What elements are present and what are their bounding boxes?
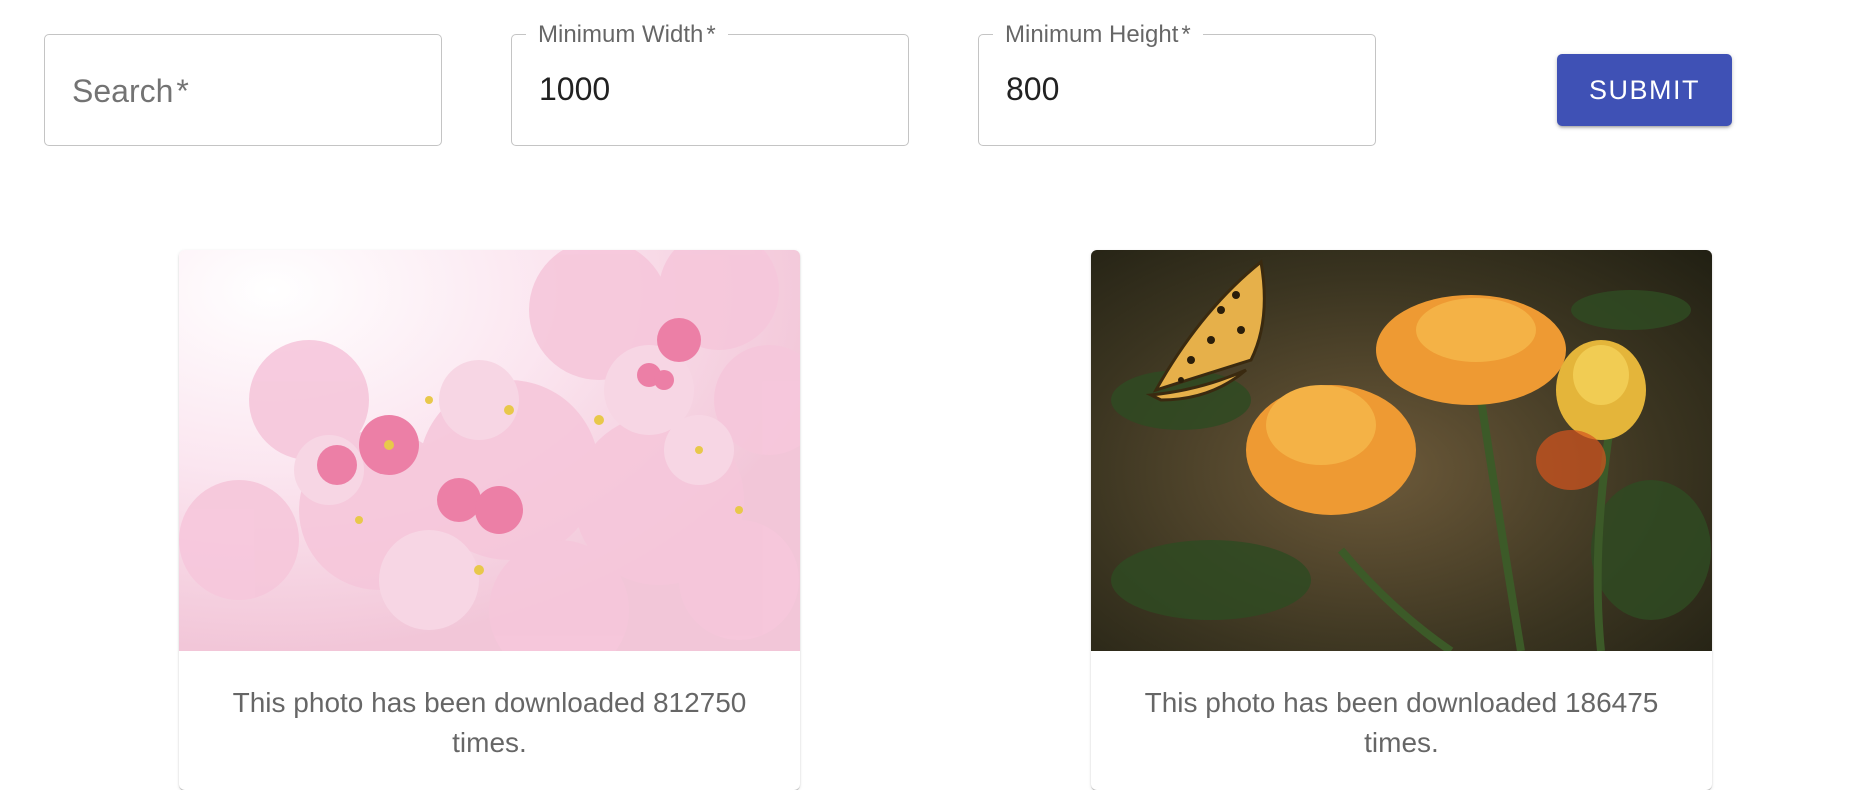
orange-flowers-image[interactable] (1091, 250, 1712, 651)
min-width-input[interactable]: 1000 (539, 69, 610, 109)
min-height-field[interactable]: Minimum Height * 800 (978, 22, 1376, 146)
photo-card: This photo has been downloaded 812750 ti… (179, 250, 800, 790)
photo-caption: This photo has been downloaded 186475 ti… (1144, 687, 1659, 758)
min-height-input[interactable]: 800 (1006, 69, 1059, 109)
submit-button[interactable]: SUBMIT (1557, 54, 1732, 126)
photo-card: This photo has been downloaded 186475 ti… (1091, 250, 1712, 790)
cherry-blossom-image[interactable] (179, 250, 800, 651)
search-placeholder: Search* (72, 73, 189, 109)
search-field[interactable]: Search* (44, 34, 442, 146)
min-width-label: Minimum Width * (526, 22, 728, 48)
min-height-label: Minimum Height * (993, 22, 1203, 48)
min-width-field[interactable]: Minimum Width * 1000 (511, 22, 909, 146)
photo-caption: This photo has been downloaded 812750 ti… (232, 687, 747, 758)
